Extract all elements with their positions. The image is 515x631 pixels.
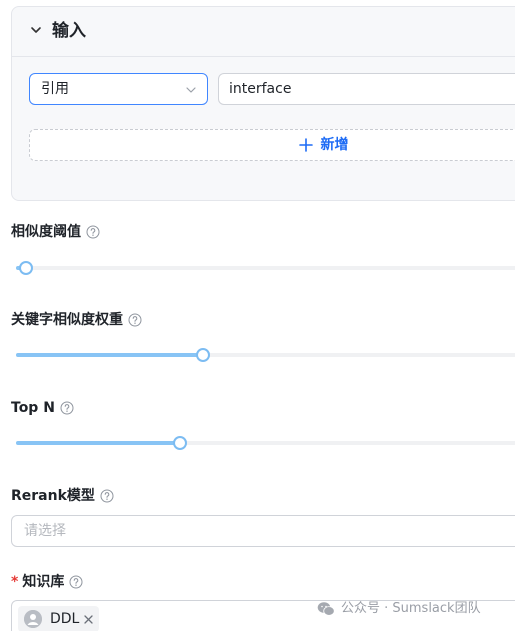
parameter-input[interactable] [218,73,515,105]
top-n-slider[interactable] [16,436,515,450]
rerank-model-label: Rerank模型 [11,487,114,505]
close-icon[interactable] [84,614,94,624]
help-icon[interactable] [100,489,114,503]
input-panel-title: 输入 [52,21,86,41]
rerank-model-text: Rerank模型 [11,488,95,504]
similarity-threshold-label: 相似度阈值 [11,223,100,241]
knowledge-base-tag: DDL [18,606,100,631]
input-panel-header[interactable]: 输入 [12,7,515,57]
slider-fill [16,441,180,445]
keyword-weight-text: 关键字相似度权重 [11,312,123,328]
similarity-threshold-slider[interactable] [16,261,515,275]
avatar-icon [24,610,42,628]
rerank-model-select[interactable]: 请选择 [11,515,515,547]
help-icon[interactable] [86,225,100,239]
keyword-weight-slider[interactable] [16,348,515,362]
help-icon[interactable] [128,313,142,327]
add-input-button[interactable]: 新增 [29,129,515,161]
slider-fill [16,353,203,357]
top-n-label: Top N [11,399,74,417]
watermark-text: 公众号 · Sumslack团队 [341,601,481,616]
slider-handle[interactable] [196,348,210,362]
required-mark: * [11,574,19,590]
slider-track [16,266,515,270]
input-panel: 输入 引用 新增 [11,6,515,201]
similarity-threshold-text: 相似度阈值 [11,224,81,240]
add-input-label: 新增 [320,137,349,153]
knowledge-base-label: * 知识库 [11,573,83,591]
top-n-text: Top N [11,400,55,416]
help-icon[interactable] [69,575,83,589]
reference-type-select[interactable]: 引用 [29,73,208,105]
knowledge-base-tag-label: DDL [50,611,80,627]
watermark: 公众号 · Sumslack团队 [317,601,481,617]
rerank-model-placeholder: 请选择 [24,523,66,539]
plus-icon [298,138,313,152]
help-icon[interactable] [60,401,74,415]
keyword-weight-label: 关键字相似度权重 [11,311,142,329]
chevron-down-icon[interactable] [30,24,42,36]
chevron-down-icon [186,87,196,93]
reference-type-value: 引用 [41,81,69,97]
slider-handle[interactable] [19,261,33,275]
slider-handle[interactable] [173,436,187,450]
knowledge-base-text: 知识库 [22,574,65,590]
wechat-icon [317,602,335,616]
